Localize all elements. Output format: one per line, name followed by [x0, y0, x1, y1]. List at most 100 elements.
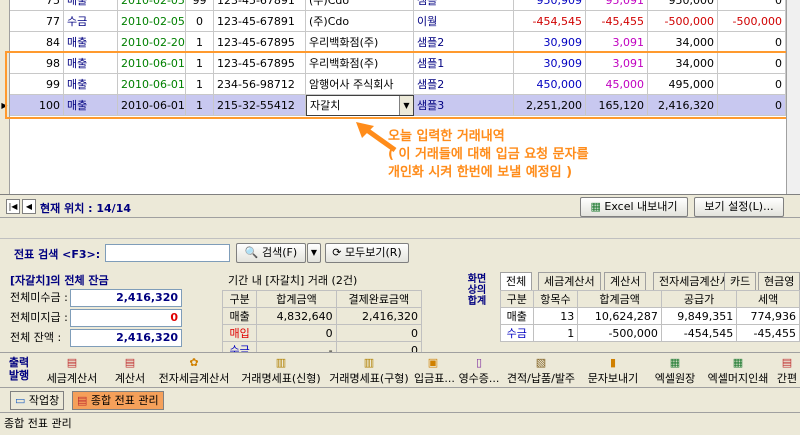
view-settings-button[interactable]: 보기 설정(L)... [694, 197, 784, 217]
cell-supply: 30,909 [514, 32, 586, 53]
table-row[interactable]: 84 매출 2010-02-20 1 123-45-67895 우리백화점(주)… [0, 32, 786, 53]
cell-id: 84 [10, 32, 64, 53]
receivable-value: 2,416,320 [70, 289, 182, 307]
cell-tax: 3,091 [586, 32, 648, 53]
table-row: 매출 4,832,640 2,416,320 [221, 307, 423, 325]
period-table: 구분 합계금액 결제완료금액 매출 4,832,640 2,416,320 매입… [221, 290, 423, 359]
search-label: 전표 검색 <F3>: [14, 248, 101, 261]
annotation-line: 개인화 시켜 한번에 보낼 예정임 ) [388, 165, 573, 180]
table-row[interactable]: 77 수금 2010-02-05 0 123-45-67891 (주)Cdo 이… [0, 11, 786, 32]
statement-old-button[interactable]: ▥ 거래명세표(구형) [326, 356, 412, 386]
row-header[interactable] [0, 32, 10, 53]
quote-icon: ▧ [535, 356, 547, 369]
simple-icon: ▤ [781, 356, 793, 369]
screen-total-table: 구분 항목수 합계금액 공급가 세액 매출 13 10,624,287 9,84… [500, 290, 800, 342]
statement-icon: ▥ [275, 356, 287, 369]
vertical-scrollbar[interactable] [786, 0, 800, 194]
cell-item: 이월 [414, 11, 514, 32]
cell-date: 2010-02-05 [118, 11, 186, 32]
screen-total-tabs: 전체 세금계산서 계산서 전자세금계산서 카드 현금영 [500, 272, 800, 290]
receipt-button[interactable]: ▯ 영수증... [454, 356, 504, 386]
row-header[interactable] [0, 11, 10, 32]
statement-new-button[interactable]: ▥ 거래명세표(신형) [238, 356, 324, 386]
table-row[interactable]: 75 매출 2010-02-05 99 123-45-67891 (주)Cdo … [0, 0, 786, 11]
e-tax-invoice-button[interactable]: ✿ 전자세금계산서 [152, 356, 236, 386]
cell-balance: 0 [718, 32, 786, 53]
tab-tax-invoice[interactable]: 세금계산서 [538, 272, 601, 290]
window-icon: ▤ [77, 394, 88, 407]
cell-item: 샘플2 [414, 32, 514, 53]
cell-id: 77 [10, 11, 64, 32]
cell-supply: -454,545 [514, 11, 586, 32]
period-title: 기간 내 [자갈치] 거래 (2건) [228, 274, 358, 287]
print-label: 출력 발행 [8, 356, 30, 382]
tab-cash[interactable]: 현금영 [758, 272, 800, 290]
workspace-tab[interactable]: ▭ 작업창 [10, 391, 65, 410]
table-row: 매출 13 10,624,287 9,849,351 774,936 [500, 307, 800, 325]
print-toolbar: 출력 발행 ▤ 세금계산서 ▤ 계산서 ✿ 전자세금계산서 ▥ 거래명세표(신형) ▥ 거… [0, 352, 800, 388]
payable-row: 전체미지급 : 0 [10, 308, 182, 328]
invoice-icon: ▤ [124, 356, 136, 369]
tax-invoice-icon: ▤ [66, 356, 78, 369]
balance-value: 2,416,320 [70, 329, 182, 347]
cell-supply: 950,909 [514, 0, 586, 11]
highlight-box [5, 51, 791, 119]
first-record-icon[interactable]: |◀ [6, 199, 20, 214]
cell-biz-number: 123-45-67895 [214, 32, 306, 53]
prev-record-icon[interactable]: ◀ [22, 199, 36, 214]
row-header[interactable] [0, 0, 10, 11]
tab-all[interactable]: 전체 [500, 272, 533, 290]
cell-date: 2010-02-05 [118, 0, 186, 11]
cell-tax: 95,091 [586, 0, 648, 11]
tab-invoice[interactable]: 계산서 [604, 272, 647, 290]
excel-ledger-button[interactable]: ▦ 엑셀원장 [648, 356, 702, 386]
deposit-slip-button[interactable]: ▣ 입금표... [414, 356, 455, 386]
cell-count: 1 [186, 32, 214, 53]
e-tax-invoice-icon: ✿ [189, 356, 199, 369]
cell-count: 0 [186, 11, 214, 32]
simple-button[interactable]: ▤ 간편 [774, 356, 800, 386]
show-all-button[interactable]: ⟳ 모두보기(R) [325, 243, 409, 263]
screen-total-panel: 화면 상의 합계 전체 세금계산서 계산서 전자세금계산서 카드 현금영 구분 … [462, 272, 800, 350]
tab-card[interactable]: 카드 [724, 272, 757, 290]
search-button[interactable]: 🔍 검색(F) [236, 243, 306, 263]
cell-total: 34,000 [648, 32, 718, 53]
cell-balance: 0 [718, 0, 786, 11]
cell-customer: (주)Cdo [306, 0, 414, 11]
balance-panel: [자갈치]의 전체 잔금 전체미수금 : 2,416,320 전체미지급 : 0… [8, 272, 188, 350]
cell-count: 99 [186, 0, 214, 11]
active-window-tab[interactable]: ▤ 종합 전표 관리 [72, 391, 164, 410]
refresh-icon: ⟳ [332, 246, 342, 259]
cell-biz-number: 123-45-67891 [214, 11, 306, 32]
cell-type: 매출 [64, 32, 118, 53]
cell-customer: 우리백화점(주) [306, 32, 414, 53]
balance-row: 전체 잔액 : 2,416,320 [10, 328, 182, 348]
excel-icon: ▦ [732, 356, 744, 369]
receivable-row: 전체미수금 : 2,416,320 [10, 288, 182, 308]
status-bar: 종합 전표 관리 [0, 412, 800, 435]
payable-value: 0 [70, 309, 182, 327]
invoice-button[interactable]: ▤ 계산서 [110, 356, 150, 386]
deposit-icon: ▣ [427, 356, 439, 369]
search-icon: 🔍 [244, 246, 259, 259]
excel-merge-print-button[interactable]: ▦ 엑셀머지인쇄 [704, 356, 772, 386]
excel-icon: ▦ [590, 200, 601, 213]
screen-total-label: 화면 상의 합계 [467, 274, 487, 307]
table-row: 매입 0 0 [221, 324, 423, 342]
search-input[interactable] [105, 244, 230, 262]
cell-total: 950,000 [648, 0, 718, 11]
annotation-text: 오늘 입력한 거래내역 ( 이 거래들에 대해 입금 요청 문자를 개인화 시켜… [388, 128, 688, 182]
search-dropdown-button[interactable]: ▼ [307, 243, 321, 263]
tax-invoice-button[interactable]: ▤ 세금계산서 [38, 356, 106, 386]
cell-id: 75 [10, 0, 64, 11]
excel-export-button[interactable]: ▦ Excel 내보내기 [580, 197, 688, 217]
annotation-line: ( 이 거래들에 대해 입금 요청 문자를 [388, 147, 589, 162]
excel-icon: ▦ [669, 356, 681, 369]
period-panel: 기간 내 [자갈치] 거래 (2건) 구분 합계금액 결제완료금액 매출 4,8… [221, 272, 454, 359]
cell-biz-number: 123-45-67891 [214, 0, 306, 11]
search-bar: 전표 검색 <F3>: 🔍 검색(F) ▼ ⟳ 모두보기(R) [0, 239, 800, 267]
ledger-grid: 75 매출 2010-02-05 99 123-45-67891 (주)Cdo … [0, 0, 800, 195]
cell-balance: -500,000 [718, 11, 786, 32]
quote-order-button[interactable]: ▧ 견적/납품/발주 [506, 356, 576, 386]
send-sms-button[interactable]: ▮ 문자보내기 [582, 356, 644, 386]
